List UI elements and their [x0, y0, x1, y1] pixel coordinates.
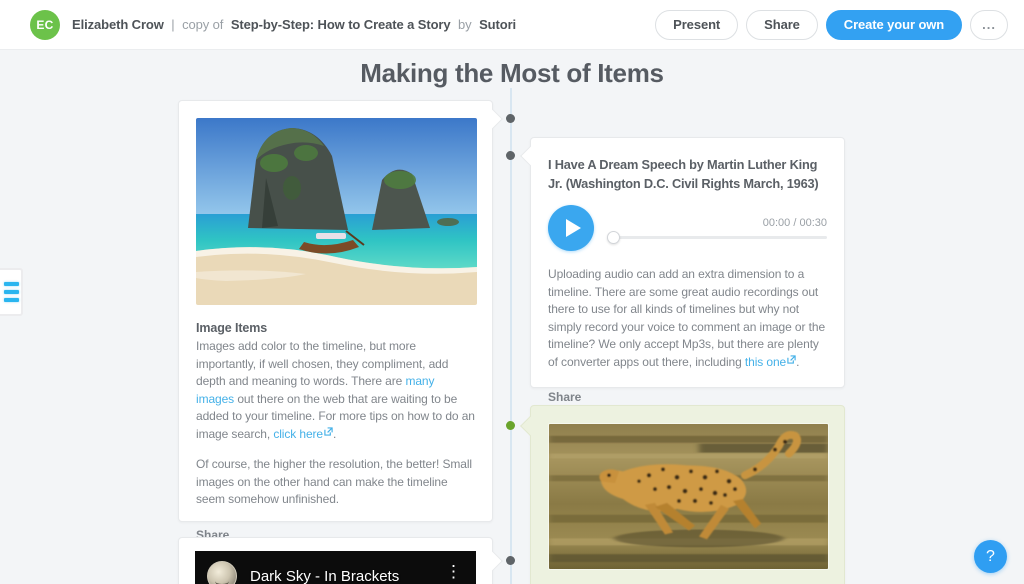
- audio-item-card: I Have A Dream Speech by Martin Luther K…: [520, 137, 845, 404]
- breadcrumb: Elizabeth Crow | copy of Step-by-Step: H…: [72, 17, 516, 32]
- create-your-own-button[interactable]: Create your own: [825, 9, 963, 40]
- item-heading: Image Items: [196, 321, 268, 335]
- audio-time: 00:00 / 00:30: [762, 217, 827, 229]
- video-menu-icon[interactable]: ⋮: [441, 561, 466, 582]
- paragraph-text: .: [333, 426, 337, 441]
- paragraph-text: .: [796, 354, 800, 369]
- timeline-dot[interactable]: [506, 556, 515, 565]
- video-item-card: Dark Sky - In Brackets ⋮: [178, 537, 503, 584]
- present-button[interactable]: Present: [655, 9, 739, 40]
- story-canvas: Making the Most of Items Image Items Ima…: [0, 50, 1024, 584]
- avatar[interactable]: EC: [30, 9, 60, 40]
- story-title: Step-by-Step: How to Create a Story: [230, 17, 451, 32]
- video-channel-avatar[interactable]: [207, 561, 237, 584]
- share-button[interactable]: Share: [746, 9, 818, 40]
- help-button[interactable]: ?: [974, 540, 1007, 573]
- brand-name: Sutori: [479, 17, 517, 32]
- cheetah-card-body: [531, 406, 844, 584]
- timeline-line: [510, 88, 512, 584]
- top-bar: EC Elizabeth Crow | copy of Step-by-Step…: [0, 0, 1024, 50]
- sutori-app: EC Elizabeth Crow | copy of Step-by-Step…: [0, 0, 1024, 584]
- play-icon: [565, 219, 581, 237]
- audio-card-body: I Have A Dream Speech by Martin Luther K…: [531, 138, 844, 421]
- small-island: [437, 218, 459, 226]
- image-item-card: Image Items Images add color to the time…: [178, 100, 503, 542]
- timeline-dot-green[interactable]: [506, 421, 515, 430]
- image-card-body: Image Items Images add color to the time…: [179, 101, 492, 559]
- paragraph-text: Uploading audio can add an extra dimensi…: [548, 267, 826, 369]
- by-label: by: [458, 17, 472, 32]
- card-connector: [483, 551, 503, 571]
- video-embed[interactable]: Dark Sky - In Brackets ⋮: [195, 551, 476, 584]
- item-share-button[interactable]: Share: [548, 390, 827, 404]
- external-link-icon: [787, 354, 796, 364]
- audio-progress-track[interactable]: [607, 231, 827, 244]
- hamburger-icon: [4, 298, 19, 302]
- author-name: Elizabeth Crow: [72, 17, 164, 32]
- item-paragraph: Of course, the higher the resolution, th…: [196, 457, 472, 506]
- side-menu-tab[interactable]: [0, 268, 23, 316]
- cheetah-item-card: [520, 405, 845, 584]
- item-paragraph: Uploading audio can add an extra dimensi…: [548, 266, 827, 371]
- hamburger-icon: [4, 282, 19, 286]
- breadcrumb-divider: |: [171, 17, 175, 32]
- beach-photo[interactable]: [196, 118, 477, 305]
- audio-player: 00:00 / 00:30: [548, 205, 827, 251]
- timeline-dot[interactable]: [506, 151, 515, 160]
- timeline-dot[interactable]: [506, 114, 515, 123]
- more-options-button[interactable]: ...: [970, 9, 1008, 40]
- audio-slider-zone: 00:00 / 00:30: [607, 217, 827, 244]
- this-one-link[interactable]: this one: [745, 355, 786, 369]
- item-paragraph: Images add color to the timeline, but mo…: [196, 338, 475, 443]
- external-link-icon: [324, 426, 333, 436]
- click-here-link[interactable]: click here: [273, 427, 323, 441]
- hamburger-icon: [4, 290, 19, 294]
- audio-title: I Have A Dream Speech by Martin Luther K…: [548, 157, 819, 191]
- copy-prefix: copy of: [182, 17, 224, 32]
- play-button[interactable]: [548, 205, 594, 251]
- page-title: Making the Most of Items: [360, 58, 664, 88]
- cheetah-photo[interactable]: [548, 423, 829, 570]
- video-header-row: Dark Sky - In Brackets: [195, 551, 476, 584]
- audio-progress-thumb[interactable]: [607, 231, 620, 244]
- video-title: Dark Sky - In Brackets: [250, 567, 400, 584]
